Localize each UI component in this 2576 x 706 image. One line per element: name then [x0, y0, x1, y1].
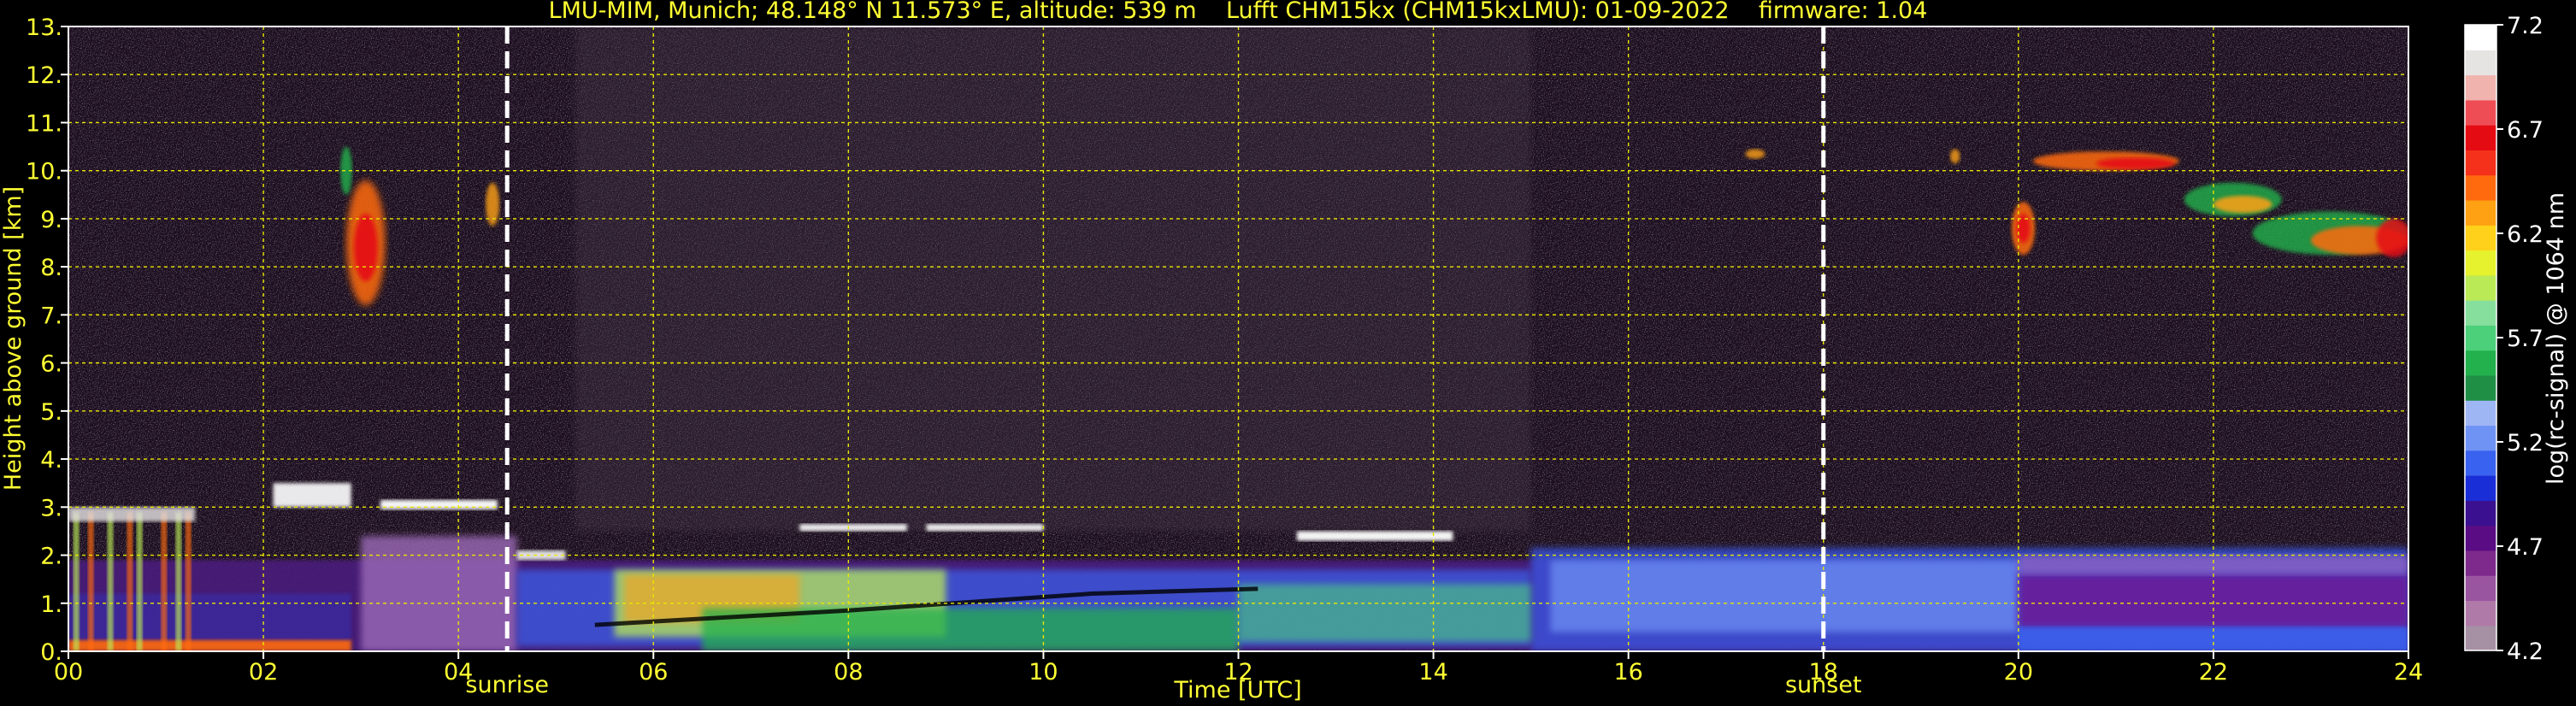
colorbar-swatch [2465, 500, 2496, 527]
cirrus-core [2096, 157, 2175, 170]
colorbar-tick-label: 5.2 [2507, 430, 2544, 456]
colorbar-tick-label: 4.2 [2507, 638, 2544, 665]
colorbar-swatch [2465, 250, 2496, 276]
low-cloud-white [926, 523, 1044, 532]
morning-aerosol-layer [361, 536, 517, 651]
y-tick-label: 9. [40, 207, 62, 233]
x-tick-label: 02 [249, 659, 278, 685]
colorbar-swatch [2465, 425, 2496, 451]
colorbar-swatch [2465, 550, 2496, 576]
night-layer-top [2018, 555, 2408, 575]
low-cloud-white [273, 483, 351, 508]
afternoon-layer-green [1238, 584, 1531, 642]
night-streak [175, 511, 182, 651]
y-tick-label: 13. [26, 15, 62, 41]
colorbar-swatch [2465, 325, 2496, 351]
night-streak [107, 511, 114, 651]
colorbar-swatch [2465, 525, 2496, 551]
low-cloud-white [380, 499, 498, 510]
cirrus-core [354, 214, 378, 282]
x-axis-label: Time [UTC] [1173, 677, 1301, 703]
x-tick-label: 08 [834, 659, 863, 685]
y-tick-label: 11. [26, 110, 62, 137]
x-tick-label: 16 [1613, 659, 1642, 685]
colorbar-swatch [2465, 199, 2496, 226]
colorbar-swatch [2465, 150, 2496, 176]
colorbar-swatch [2465, 225, 2496, 251]
colorbar-swatch [2465, 74, 2496, 101]
colorbar-swatch [2465, 400, 2496, 427]
y-tick-label: 4. [40, 447, 62, 474]
y-tick-label: 3. [40, 495, 62, 521]
y-tick-label: 7. [40, 303, 62, 329]
colorbar-tick-label: 5.7 [2507, 326, 2544, 352]
y-axis-label: Height above ground [km] [0, 186, 27, 491]
chart-title: LMU-MIM, Munich; 48.148° N 11.573° E, al… [549, 0, 1928, 24]
x-tick-label: 06 [639, 659, 668, 685]
x-tick-label: 24 [2394, 659, 2423, 685]
colorbar-swatch [2465, 125, 2496, 150]
colorbar-swatch [2465, 300, 2496, 326]
x-tick-label: 14 [1418, 659, 1447, 685]
ceilometer-figure: LMU-MIM, Munich; 48.148° N 11.573° E, al… [0, 0, 2576, 706]
plot-area [68, 26, 2408, 651]
colorbar-swatch [2465, 274, 2496, 301]
night-low-cloud-top [68, 507, 196, 522]
y-tick-label: 6. [40, 351, 62, 378]
colorbar: 4.2 4.7 5.2 5.7 6.2 6.7 7.2 [2464, 13, 2544, 665]
colorbar-swatch [2465, 475, 2496, 501]
cirrus-core [2376, 218, 2408, 257]
colorbar-swatch [2465, 374, 2496, 401]
y-tick-label: 0. [40, 639, 62, 666]
cirrus-speck [1950, 149, 1960, 164]
colorbar-swatch [2465, 50, 2496, 76]
night-streak [185, 511, 192, 651]
x-tick-label: 04 [444, 659, 473, 685]
x-tick-label: 22 [2199, 659, 2228, 685]
colorbar-swatch [2465, 350, 2496, 376]
cirrus-core [2213, 195, 2272, 214]
cirrus-speck [1745, 149, 1765, 159]
colorbar-tick-label: 6.2 [2507, 221, 2544, 248]
sunrise-label: sunrise [465, 672, 549, 698]
y-tick-label: 12. [26, 62, 62, 89]
daytime-noise-band [575, 26, 1531, 532]
colorbar-swatch [2465, 625, 2496, 651]
colorbar-swatch [2465, 174, 2496, 201]
colorbar-swatch [2465, 450, 2496, 476]
night-streak [127, 511, 133, 651]
y-tick-label: 8. [40, 255, 62, 281]
evening-layer-light [1550, 560, 2019, 632]
colorbar-tick-label: 4.7 [2507, 534, 2544, 561]
ceilometer-chart: LMU-MIM, Munich; 48.148° N 11.573° E, al… [0, 0, 2569, 703]
night-streak [161, 511, 168, 651]
y-tick-label: 5. [40, 399, 62, 426]
x-tick-label: 18 [1809, 659, 1838, 685]
night-streak [87, 511, 94, 651]
colorbar-swatch [2465, 99, 2496, 126]
colorbar-swatch [2465, 25, 2496, 50]
colorbar-label: log(rc-signal) @ 1064 nm [2543, 192, 2569, 485]
y-tick-label: 1. [40, 591, 62, 618]
colorbar-swatch [2465, 600, 2496, 627]
night-streak [136, 511, 143, 651]
y-tick-label: 10. [26, 159, 62, 185]
x-tick-label: 20 [2004, 659, 2033, 685]
colorbar-tick-label: 6.7 [2507, 117, 2544, 144]
colorbar-tick-label: 7.2 [2507, 13, 2544, 39]
cirrus-cloud [486, 182, 500, 227]
night-streak [73, 511, 80, 651]
low-cloud-white [1296, 531, 1453, 541]
low-cloud-white [799, 523, 907, 532]
y-tick-label: 2. [40, 544, 62, 570]
x-tick-label: 10 [1029, 659, 1058, 685]
colorbar-swatch [2465, 575, 2496, 602]
